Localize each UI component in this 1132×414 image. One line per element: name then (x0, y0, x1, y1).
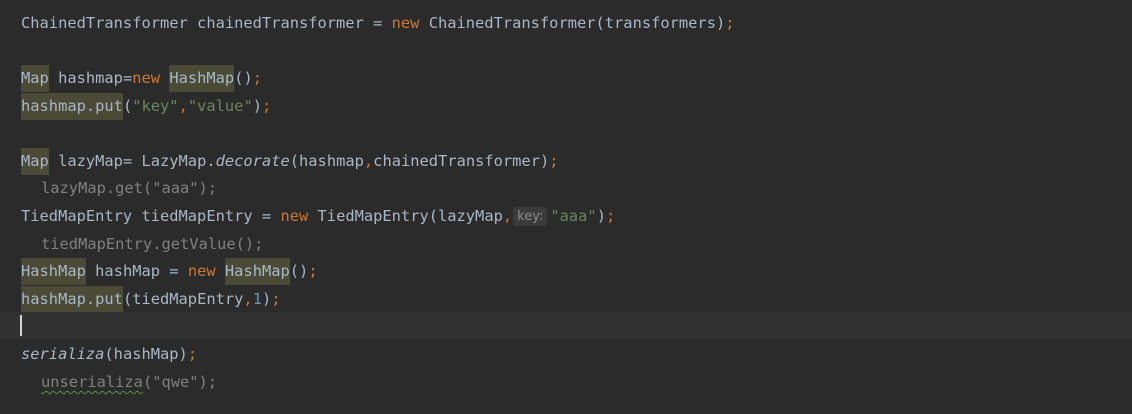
code-line: unserializa("qwe"); (0, 369, 1132, 396)
static-method-token: serializa (21, 345, 105, 363)
string-token: "key" (132, 97, 179, 115)
semicolon-token: ; (308, 262, 318, 280)
code-token: ) (596, 207, 606, 225)
comma-token: , (178, 97, 188, 115)
code-line: serializa(hashMap); (0, 341, 1132, 368)
semicolon-token: ; (187, 345, 198, 363)
code-token: ) (261, 290, 272, 308)
code-line: HashMap hashMap = new HashMap(); (0, 258, 1132, 285)
code-line: ChainedTransformer chainedTransformer = … (0, 10, 1132, 37)
code-token: (tiedMapEntry (122, 290, 244, 308)
code-token: (hashMap) (104, 345, 188, 363)
static-method-token: decorate (215, 152, 290, 170)
semicolon-token: ; (725, 14, 735, 32)
code-text: TiedMapEntry tiedMapEntry = new TiedMapE… (21, 203, 615, 230)
code-text: unserializa("qwe"); (41, 369, 217, 396)
semicolon-token: ; (252, 69, 263, 87)
code-editor[interactable]: }; ChainedTransformer chainedTransformer… (0, 0, 1132, 414)
code-line: hashmap.put("key","value"); (0, 93, 1132, 120)
highlighted-token: hashmap.put (21, 93, 123, 120)
code-text: ChainedTransformer chainedTransformer = … (21, 10, 735, 37)
code-text: hashmap.put("key","value"); (21, 93, 271, 120)
semicolon-token: ; (271, 290, 281, 308)
highlighted-token: HashMap (224, 258, 290, 285)
warning-token[interactable]: unserializa (41, 373, 143, 391)
comma-token: , (502, 207, 513, 225)
keyword-token: new (391, 14, 420, 32)
string-token: "value" (187, 97, 253, 115)
keyword-token: new (280, 207, 309, 225)
code-token: ) (252, 97, 262, 115)
code-token: hashMap = (85, 262, 188, 280)
code-line: tiedMapEntry.getValue(); (0, 231, 1132, 258)
highlighted-token: hashMap.put (21, 286, 123, 313)
code-token: () (234, 69, 253, 87)
text-caret (20, 315, 22, 336)
parameter-hint: key: (513, 207, 548, 226)
semicolon-token: ; (549, 152, 559, 170)
code-line: lazyMap.get("aaa"); (0, 175, 1132, 202)
code-token: chainedTransformer) (373, 152, 550, 170)
code-text: lazyMap.get("aaa"); (41, 179, 218, 197)
code-text: hashMap.put(tiedMapEntry,1); (21, 286, 281, 313)
code-line: TiedMapEntry tiedMapEntry = new TiedMapE… (0, 203, 1132, 230)
current-line[interactable] (0, 312, 1132, 339)
code-token: lazyMap= LazyMap. (48, 152, 216, 170)
number-token: 1 (252, 290, 262, 308)
keyword-token: new (132, 69, 161, 87)
code-line: Map lazyMap= LazyMap.decorate(hashmap,ch… (0, 148, 1132, 175)
code-token: () (289, 262, 309, 280)
code-text: HashMap hashMap = new HashMap(); (21, 258, 318, 285)
keyword-token: new (187, 262, 216, 280)
highlighted-token: Map (21, 65, 49, 92)
code-text: Map hashmap=new HashMap(); (21, 65, 262, 92)
code-token: TiedMapEntry tiedMapEntry = (21, 207, 281, 225)
comma-token: , (363, 152, 374, 170)
highlighted-token: HashMap (169, 65, 235, 92)
code-token: ChainedTransformer(transformers) (419, 14, 726, 32)
code-token: ("qwe"); (142, 373, 218, 391)
code-text: tiedMapEntry.getValue(); (41, 235, 264, 253)
code-text: Map lazyMap= LazyMap.decorate(hashmap,ch… (21, 148, 559, 175)
comma-token: , (243, 290, 253, 308)
code-token: ( (122, 97, 133, 115)
code-token: (hashmap (289, 152, 364, 170)
code-token: hashmap= (48, 69, 133, 87)
semicolon-token: ; (605, 207, 616, 225)
semicolon-token: ; (262, 97, 272, 115)
code-text: serializa(hashMap); (21, 341, 197, 368)
highlighted-token: HashMap (21, 258, 86, 285)
highlighted-token: Map (21, 148, 49, 175)
code-fragment-top: }; (21, 0, 40, 6)
code-line: Map hashmap=new HashMap(); (0, 65, 1132, 92)
code-line: hashMap.put(tiedMapEntry,1); (0, 286, 1132, 313)
code-token: ChainedTransformer chainedTransformer = (21, 14, 392, 32)
code-token: TiedMapEntry(lazyMap (308, 207, 503, 225)
string-token: "aaa" (550, 207, 597, 225)
